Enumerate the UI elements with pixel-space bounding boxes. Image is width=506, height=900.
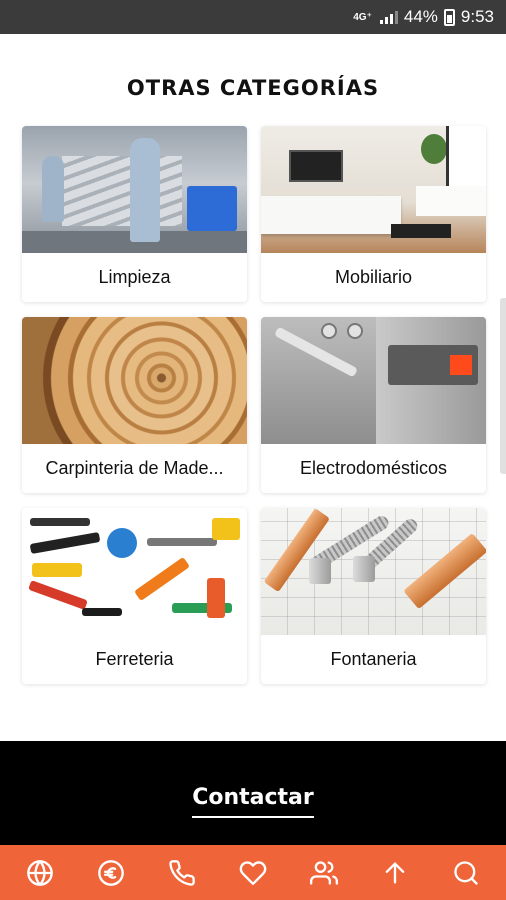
category-card-fontaneria[interactable]: Fontaneria [261,508,486,684]
wood-photo [22,317,247,444]
network-indicator: 4G⁺ [353,11,372,23]
battery-percent: 44% [403,7,438,26]
category-card-mobiliario[interactable]: Mobiliario [261,126,486,302]
category-label: Ferreteria [95,649,174,669]
contact-button[interactable]: Contactar [192,785,314,818]
arrow-up-icon[interactable] [375,853,415,893]
phone-icon[interactable] [162,853,202,893]
signal-icon [379,10,398,24]
euro-icon[interactable] [91,853,131,893]
category-label: Limpieza [98,267,171,287]
globe-icon[interactable] [20,853,60,893]
cleaning-photo [22,126,247,253]
users-icon[interactable] [304,853,344,893]
category-card-ferreteria[interactable]: Ferreteria [22,508,247,684]
search-icon[interactable] [446,853,486,893]
page-title: OTRAS CATEGORÍAS [126,76,380,100]
status-bar: 4G⁺ 44% 9:53 [0,0,506,34]
category-card-electrodomesticos[interactable]: Electrodomésticos [261,317,486,493]
category-card-limpieza[interactable]: Limpieza [22,126,247,302]
category-label: Carpinteria de Made... [45,458,224,478]
category-label: Mobiliario [334,267,413,287]
heart-icon[interactable] [233,853,273,893]
category-label: Fontaneria [330,649,417,669]
clock: 9:53 [460,7,494,26]
pipes-photo [261,508,486,635]
scroll-handle[interactable] [500,298,506,474]
category-label: Electrodomésticos [299,458,448,478]
category-card-carpinteria[interactable]: Carpinteria de Made... [22,317,247,493]
battery-icon [443,8,455,26]
furniture-photo [261,126,486,253]
contact-section: Contactar [0,741,506,845]
tools-photo [22,508,247,635]
bottom-nav [0,845,506,900]
appliance-photo [261,317,486,444]
